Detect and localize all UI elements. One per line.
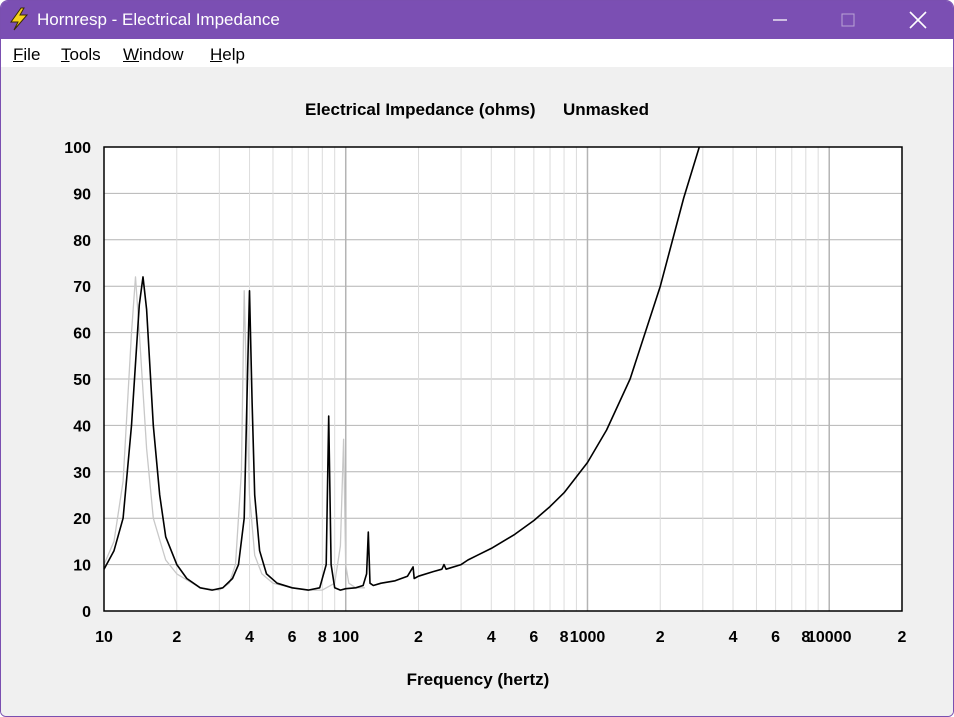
title-bar[interactable]: Hornresp - Electrical Impedance xyxy=(1,1,953,39)
x-axis-ticks: 10 2 4 6 8 100 2 4 6 8 1000 2 4 6 810000 2 xyxy=(95,629,906,646)
minimize-button[interactable] xyxy=(745,1,815,39)
x-tick-label: 10 xyxy=(95,629,113,646)
y-tick-label: 60 xyxy=(73,326,91,343)
x-tick-label: 8 xyxy=(560,629,569,646)
x-tick-label: 6 xyxy=(288,629,297,646)
maximize-button[interactable] xyxy=(813,1,883,39)
window-title: Hornresp - Electrical Impedance xyxy=(37,10,280,29)
x-tick-label: 8 xyxy=(318,629,327,646)
x-tick-label: 100 xyxy=(332,629,359,646)
menu-tools[interactable]: Tools xyxy=(61,45,101,65)
y-tick-label: 80 xyxy=(73,233,91,250)
x-tick-label: 2 xyxy=(898,629,907,646)
y-tick-label: 90 xyxy=(73,186,91,203)
impedance-chart[interactable]: Electrical Impedance (ohms) Unmasked 010… xyxy=(1,67,953,716)
lightning-bolt-icon xyxy=(10,7,29,31)
menu-window[interactable]: Window xyxy=(123,45,183,65)
menu-help[interactable]: Help xyxy=(210,45,245,65)
y-tick-label: 40 xyxy=(73,418,91,435)
menu-file[interactable]: File xyxy=(13,45,40,65)
chart-subtitle: Unmasked xyxy=(563,100,649,119)
y-tick-label: 50 xyxy=(73,372,91,389)
x-tick-label: 4 xyxy=(245,629,254,646)
menu-bar: File Tools Window Help xyxy=(1,39,953,67)
y-axis-ticks: 0 10 20 30 40 50 60 70 80 90 100 xyxy=(64,140,91,621)
x-tick-label: 2 xyxy=(656,629,665,646)
chart-area: Electrical Impedance (ohms) Unmasked 0 10… xyxy=(1,67,953,716)
y-tick-label: 20 xyxy=(73,511,91,528)
x-tick-label: 6 xyxy=(771,629,780,646)
x-tick-label: 1000 xyxy=(570,629,606,646)
y-tick-label: 100 xyxy=(64,140,91,157)
x-tick-label: 2 xyxy=(414,629,423,646)
x-tick-label: 6 xyxy=(529,629,538,646)
x-tick-label: 4 xyxy=(729,629,738,646)
y-tick-label: 70 xyxy=(73,279,91,296)
x-tick-label: 2 xyxy=(172,629,181,646)
minimize-icon xyxy=(773,19,787,21)
app-window: Hornresp - Electrical Impedance File Too… xyxy=(0,0,954,717)
x-tick-label: 4 xyxy=(487,629,496,646)
chart-title: Electrical Impedance (ohms) xyxy=(305,100,536,119)
y-tick-label: 30 xyxy=(73,465,91,482)
close-button[interactable] xyxy=(883,1,953,39)
y-tick-label: 0 xyxy=(82,604,91,621)
x-tick-label: 10000 xyxy=(807,629,852,646)
x-axis-label: Frequency (hertz) xyxy=(407,670,550,689)
close-icon xyxy=(909,11,927,29)
maximize-icon xyxy=(841,13,855,27)
y-tick-label: 10 xyxy=(73,558,91,575)
